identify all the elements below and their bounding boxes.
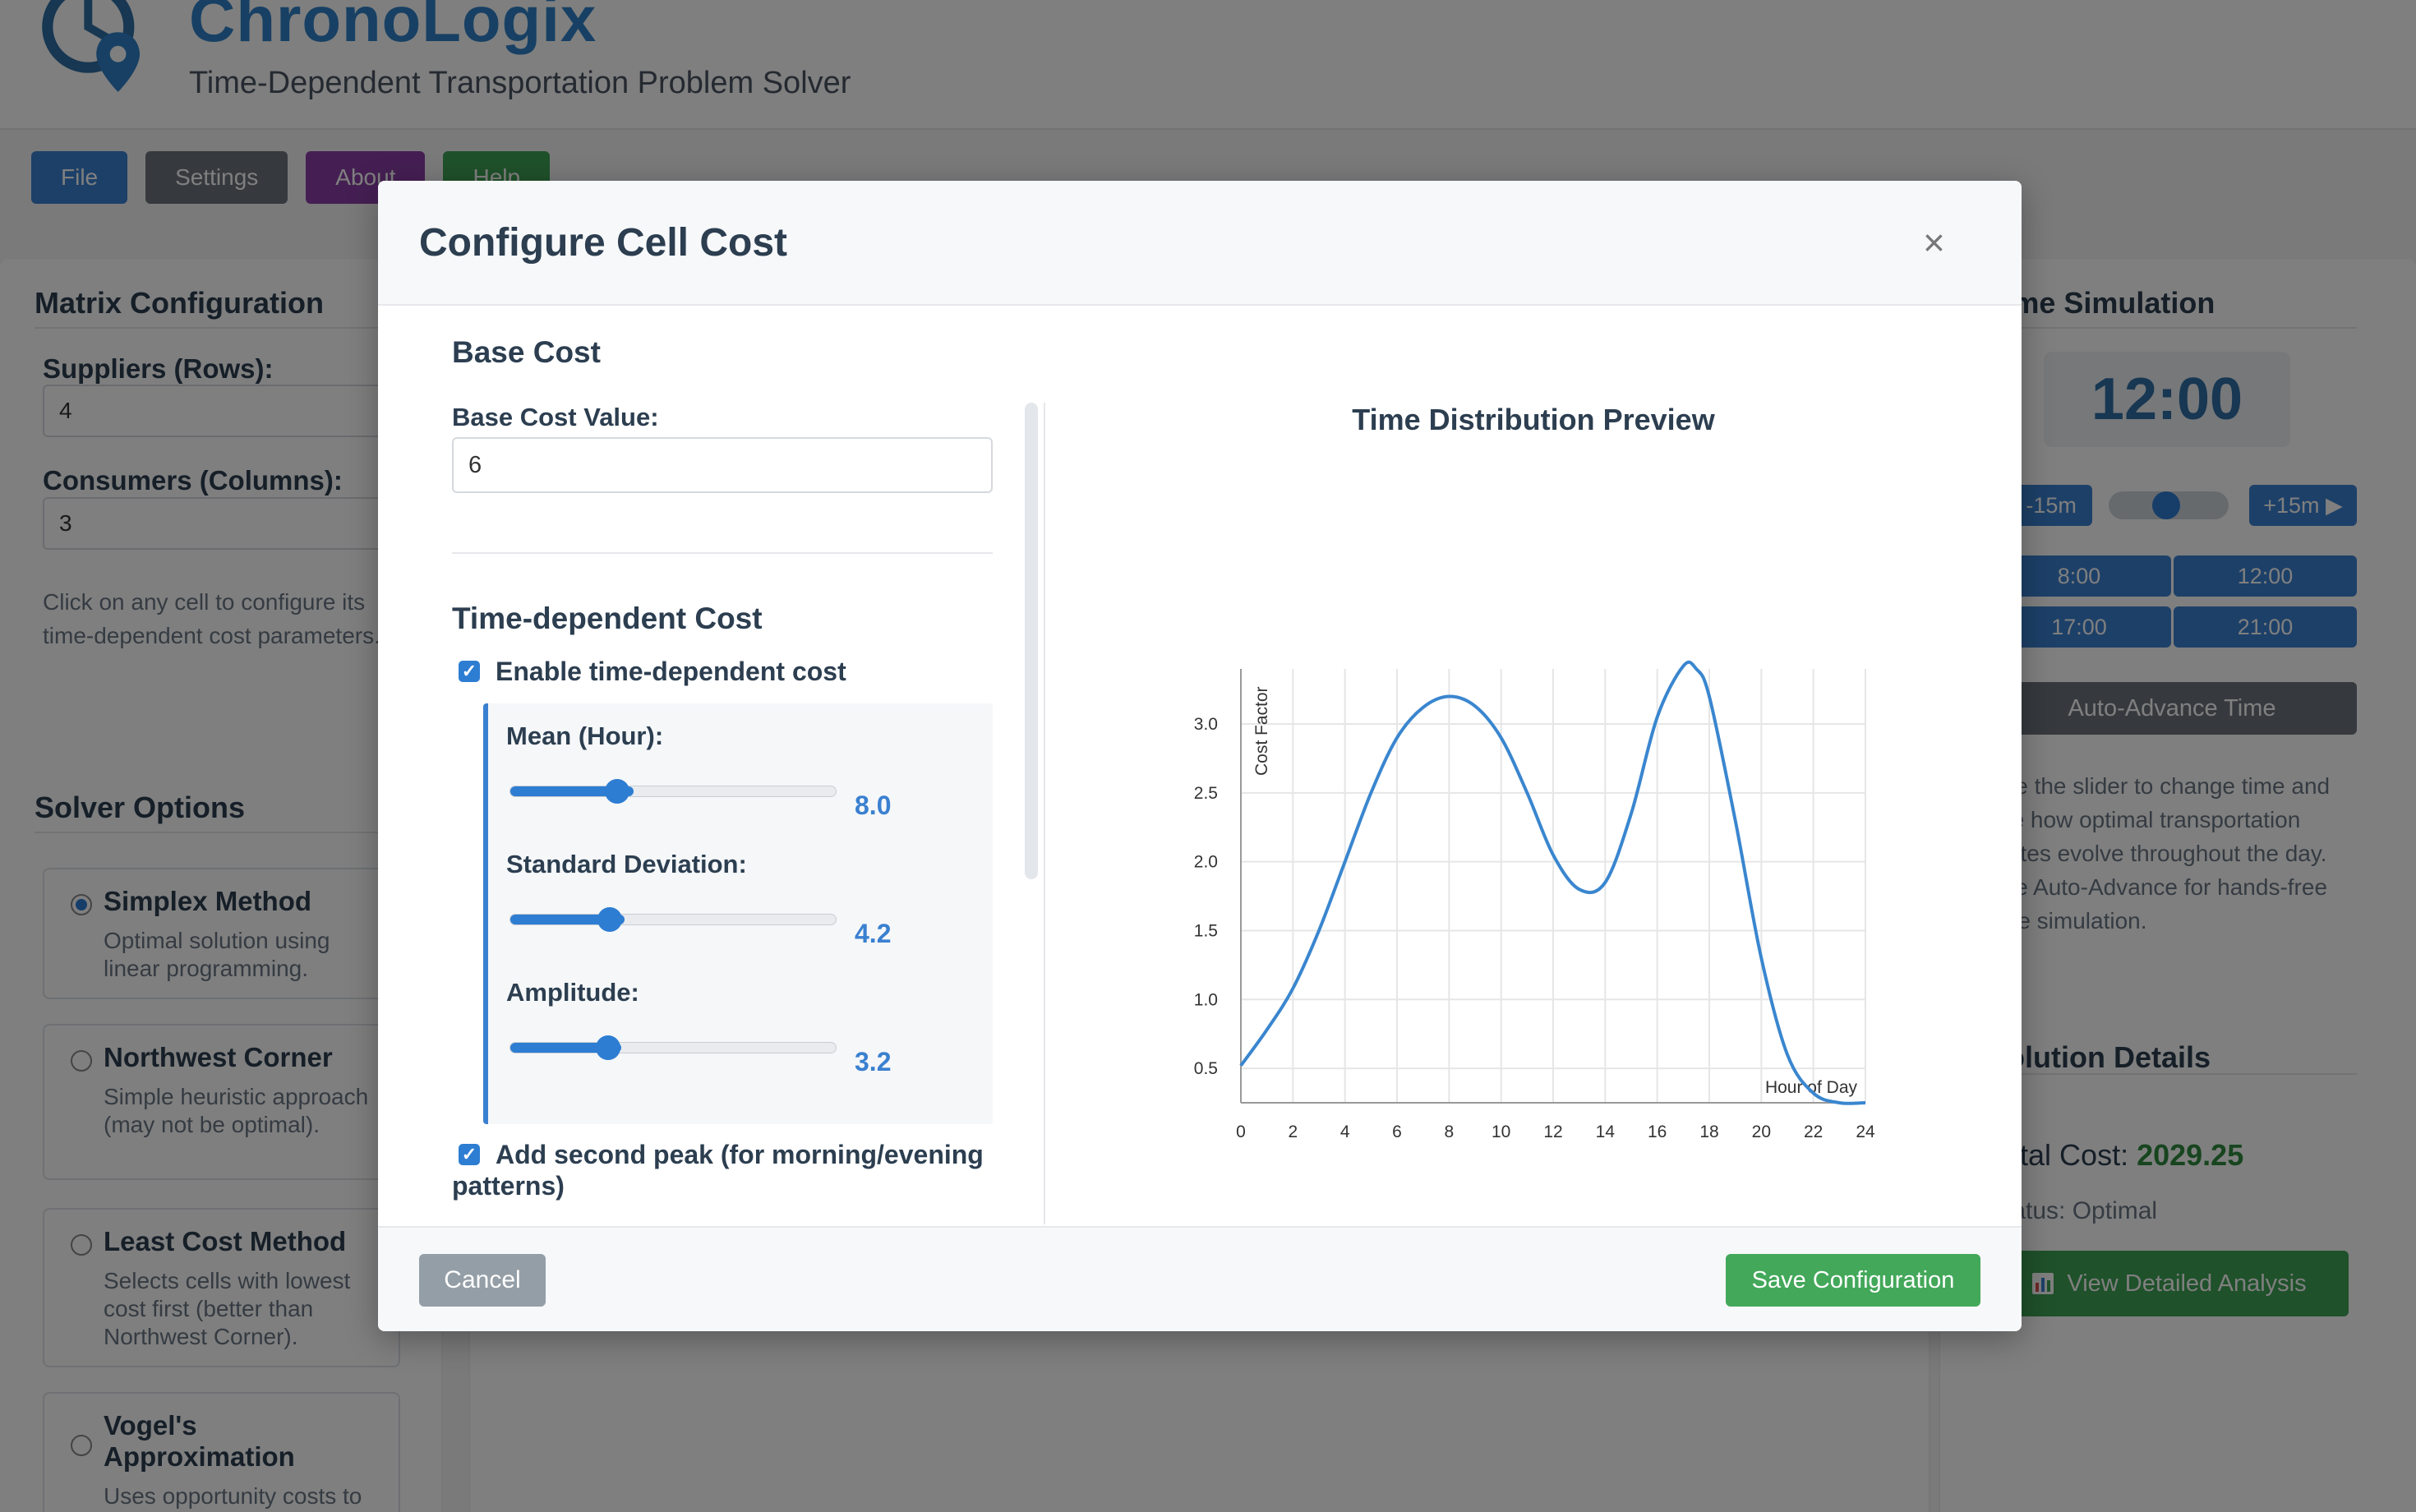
mean-value: 8.0 bbox=[855, 791, 892, 820]
y-tick-label: 1.0 bbox=[1194, 990, 1218, 1009]
second-peak-label: Add second peak (for morning/evening pat… bbox=[452, 1140, 984, 1201]
divider bbox=[452, 552, 993, 554]
enable-time-dependent-label: Enable time-dependent cost bbox=[496, 657, 846, 686]
time-distribution-chart: Time Distribution Preview 0 2 4 6 8 10 12 14 16 1… bbox=[1045, 306, 2022, 1226]
x-tick-label: 16 bbox=[1648, 1122, 1667, 1141]
x-tick-label: 6 bbox=[1392, 1122, 1402, 1141]
x-tick-label: 2 bbox=[1288, 1122, 1298, 1141]
x-tick-label: 18 bbox=[1699, 1122, 1718, 1141]
y-tick-label: 0.5 bbox=[1194, 1059, 1218, 1078]
std-slider-thumb[interactable] bbox=[597, 907, 622, 932]
x-tick-label: 12 bbox=[1543, 1122, 1562, 1141]
mean-label: Mean (Hour): bbox=[506, 721, 664, 750]
base-cost-heading: Base Cost bbox=[452, 335, 601, 369]
std-slider[interactable] bbox=[509, 914, 837, 925]
y-tick-label: 1.5 bbox=[1194, 921, 1218, 940]
y-tick-label: 2.0 bbox=[1194, 853, 1218, 872]
mean-slider[interactable] bbox=[509, 786, 837, 797]
modal-footer: Cancel Save Configuration bbox=[378, 1226, 2022, 1331]
time-dependent-heading: Time-dependent Cost bbox=[452, 602, 763, 635]
configure-cell-cost-modal: Configure Cell Cost × Base Cost Base Cos… bbox=[378, 181, 2022, 1331]
y-axis-label: Cost Factor bbox=[1252, 686, 1271, 776]
chart-canvas: 0 2 4 6 8 10 12 14 16 18 20 22 240.51.01.52.02.53.0 C… bbox=[1194, 660, 1875, 1141]
x-tick-label: 20 bbox=[1752, 1122, 1771, 1141]
amplitude-value: 3.2 bbox=[855, 1047, 892, 1076]
amplitude-label: Amplitude: bbox=[506, 978, 639, 1007]
x-tick-label: 4 bbox=[1340, 1122, 1350, 1141]
amplitude-slider-thumb[interactable] bbox=[596, 1035, 620, 1060]
x-tick-label: 8 bbox=[1444, 1122, 1454, 1141]
save-configuration-button[interactable]: Save Configuration bbox=[1726, 1254, 1980, 1307]
mean-slider-thumb[interactable] bbox=[605, 779, 629, 804]
base-cost-label: Base Cost Value: bbox=[452, 403, 659, 431]
base-cost-input[interactable]: 6 bbox=[452, 437, 993, 493]
x-tick-label: 14 bbox=[1596, 1122, 1616, 1141]
amplitude-slider[interactable] bbox=[509, 1042, 837, 1053]
time-dependent-params: Mean (Hour): 8.0 Standard Deviation: 4.2… bbox=[483, 703, 993, 1124]
x-tick-label: 10 bbox=[1492, 1122, 1510, 1141]
std-label: Standard Deviation: bbox=[506, 850, 747, 878]
cost-form: Base Cost Base Cost Value: 6 Time-depend… bbox=[378, 306, 1035, 1226]
x-tick-label: 0 bbox=[1236, 1122, 1246, 1141]
close-icon[interactable]: × bbox=[1923, 224, 1945, 261]
cancel-button[interactable]: Cancel bbox=[419, 1254, 546, 1307]
modal-header: Configure Cell Cost × bbox=[378, 181, 2022, 306]
y-tick-label: 3.0 bbox=[1194, 715, 1218, 734]
form-scrollbar[interactable] bbox=[1025, 403, 1038, 879]
x-tick-label: 22 bbox=[1804, 1122, 1823, 1141]
x-axis-label: Hour of Day bbox=[1765, 1078, 1858, 1097]
y-tick-label: 2.5 bbox=[1194, 784, 1218, 803]
x-tick-label: 24 bbox=[1856, 1122, 1875, 1141]
std-value: 4.2 bbox=[855, 919, 892, 948]
modal-title: Configure Cell Cost bbox=[419, 221, 788, 265]
enable-time-dependent-checkbox[interactable]: ✓ bbox=[459, 661, 480, 682]
